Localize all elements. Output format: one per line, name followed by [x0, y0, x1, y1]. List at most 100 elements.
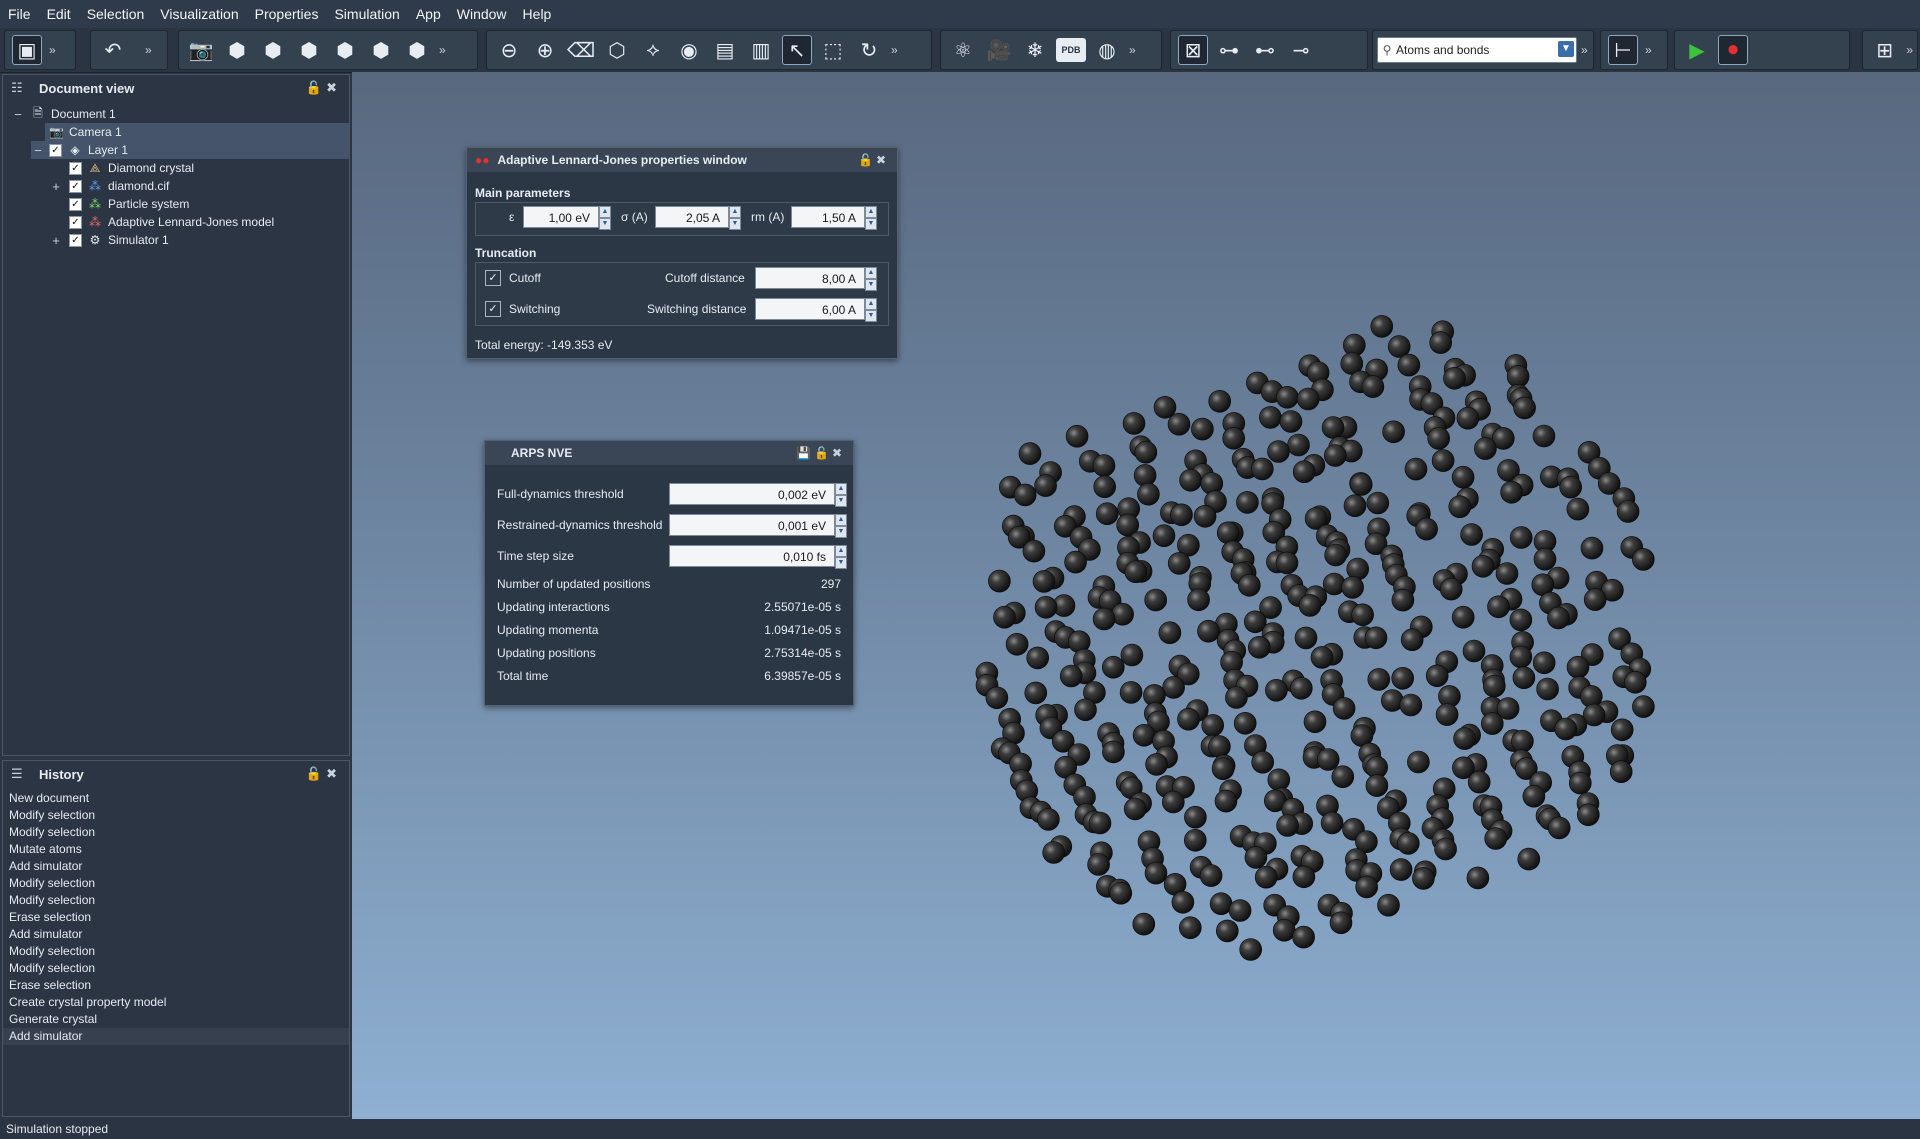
atom-sphere[interactable] [1167, 552, 1191, 575]
atom-sphere[interactable] [1517, 847, 1541, 871]
atom-sphere[interactable] [1610, 718, 1634, 742]
window-lock-close-icon[interactable]: 🔓✖ [858, 153, 889, 167]
atom-sphere[interactable] [1034, 474, 1057, 497]
atom-sphere[interactable] [1351, 603, 1374, 627]
atom-sphere[interactable] [985, 686, 1009, 710]
atom-sphere[interactable] [1435, 703, 1459, 726]
atom-sphere[interactable] [1580, 536, 1604, 560]
spin-down-icon[interactable]: ▼ [865, 279, 877, 291]
atom-sphere[interactable] [1065, 424, 1089, 448]
tree-item-diamond-crystal[interactable]: ✓ ⟁ Diamond crystal [3, 159, 349, 177]
atom-sphere[interactable] [1037, 808, 1060, 831]
history-item[interactable]: Create crystal property model [3, 994, 349, 1011]
atom-sphere[interactable] [1092, 454, 1116, 477]
atom-sphere[interactable] [1407, 750, 1430, 774]
menu-app[interactable]: App [408, 6, 449, 22]
epsilon-value[interactable]: 1,00 eV [523, 206, 599, 228]
atom-sphere[interactable] [1532, 651, 1556, 675]
atom-sphere[interactable] [1400, 628, 1424, 652]
atom-sphere[interactable] [1431, 449, 1455, 472]
full-dynamics-spinbox[interactable]: 0,002 eV ▲ ▼ [669, 483, 847, 507]
atom-sphere[interactable] [1267, 768, 1291, 792]
view-top-icon[interactable]: ⬢ [366, 35, 396, 65]
collapse-icon[interactable]: − [31, 143, 45, 158]
atom-sphere[interactable] [1222, 426, 1246, 450]
spin-arrows[interactable]: ▲ ▼ [865, 206, 877, 230]
spin-down-icon[interactable]: ▼ [835, 557, 847, 569]
history-item[interactable]: Erase selection [3, 909, 349, 926]
atom-sphere[interactable] [1462, 639, 1486, 663]
atom-sphere[interactable] [1201, 714, 1225, 737]
spin-up-icon[interactable]: ▲ [865, 298, 877, 310]
atom-sphere[interactable] [1331, 765, 1355, 789]
snowflake-icon[interactable]: ❄ [1020, 35, 1050, 65]
menu-properties[interactable]: Properties [247, 6, 327, 22]
atom-sphere[interactable] [1254, 865, 1278, 889]
atom-sphere[interactable] [1247, 635, 1271, 659]
history-item[interactable]: Generate crystal [3, 1011, 349, 1028]
atom-sphere[interactable] [1429, 331, 1452, 354]
spin-up-icon[interactable]: ▲ [599, 206, 611, 218]
dynamic-camera-icon[interactable]: ◉ [674, 35, 704, 65]
atom-sphere[interactable] [1034, 595, 1058, 619]
atom-sphere[interactable] [1364, 626, 1388, 650]
atom-sphere[interactable] [1122, 412, 1146, 435]
atom-sphere[interactable] [1425, 664, 1449, 688]
atom-sphere[interactable] [1074, 698, 1097, 722]
atom-sphere[interactable] [1124, 560, 1148, 584]
atom-sphere[interactable] [1484, 827, 1507, 850]
atom-sphere[interactable] [1397, 832, 1420, 855]
atom-sphere[interactable] [1474, 437, 1497, 460]
atom-sphere[interactable] [1460, 523, 1483, 546]
menu-window[interactable]: Window [449, 6, 515, 22]
atom-sphere[interactable] [1471, 554, 1495, 578]
atom-sphere[interactable] [1554, 717, 1578, 741]
bond-angle-icon[interactable]: ⊷ [1250, 35, 1280, 65]
atom-sphere[interactable] [1298, 594, 1322, 617]
atom-sphere[interactable] [1321, 416, 1345, 439]
tree-item-camera[interactable]: 📷 Camera 1 [45, 123, 349, 141]
panel-lock-close-icon[interactable]: 🔓✖ [306, 766, 341, 782]
atom-sphere[interactable] [1329, 911, 1353, 935]
spin-arrows[interactable]: ▲ ▼ [835, 545, 847, 569]
toolbar-overflow-icon[interactable]: » [1645, 43, 1652, 57]
history-item[interactable]: Modify selection [3, 943, 349, 960]
atom-sphere[interactable] [1236, 491, 1259, 514]
atom-sphere[interactable] [1228, 899, 1252, 922]
layer-visibility-checkbox[interactable]: ✓ [49, 143, 62, 157]
atom-sphere[interactable] [1583, 588, 1607, 611]
atom-sphere[interactable] [1533, 547, 1557, 571]
atom-sphere[interactable] [1451, 605, 1475, 629]
spin-down-icon[interactable]: ▼ [729, 218, 741, 230]
hierarchy-icon[interactable]: ⊢ [1608, 35, 1638, 65]
panel-lock-close-icon[interactable]: 🔓✖ [306, 80, 341, 96]
tree-item-diamond-cif[interactable]: + ✓ ⁂ diamond.cif [3, 177, 349, 195]
history-item[interactable]: Add simulator [3, 1028, 349, 1045]
atom-sphere[interactable] [1609, 760, 1633, 784]
atom-sphere[interactable] [1511, 729, 1534, 753]
view-front-icon[interactable]: ⬢ [222, 35, 252, 65]
restrained-dynamics-spinbox[interactable]: 0,001 eV ▲ ▼ [669, 514, 847, 538]
atom-sphere[interactable] [1032, 570, 1056, 593]
atom-sphere[interactable] [1005, 632, 1029, 656]
rectangle-select-icon[interactable]: ⬚ [818, 35, 848, 65]
atom-sphere[interactable] [1443, 366, 1466, 390]
atom-sphere[interactable] [1404, 457, 1428, 481]
toolbar-overflow-icon[interactable]: » [439, 43, 446, 57]
epsilon-spinbox[interactable]: 1,00 eV ▲ ▼ [523, 206, 611, 230]
atom-sphere[interactable] [1370, 315, 1394, 338]
expand-icon[interactable]: + [49, 179, 63, 194]
atom-sphere[interactable] [1191, 417, 1214, 441]
atom-sphere[interactable] [1237, 573, 1261, 597]
graph-icon[interactable]: ▥ [746, 35, 776, 65]
mesh-sphere-icon[interactable]: ◍ [1092, 35, 1122, 65]
toolbar-overflow-icon[interactable]: » [49, 43, 56, 57]
atom-sphere[interactable] [1412, 867, 1435, 890]
spin-down-icon[interactable]: ▼ [865, 310, 877, 322]
atom-sphere[interactable] [1133, 464, 1157, 487]
select-pointer-icon[interactable]: ↖ [782, 35, 812, 65]
atom-sphere[interactable] [1177, 707, 1200, 731]
spin-up-icon[interactable]: ▲ [865, 267, 877, 279]
menu-selection[interactable]: Selection [79, 6, 153, 22]
atom-sphere[interactable] [1225, 686, 1248, 709]
